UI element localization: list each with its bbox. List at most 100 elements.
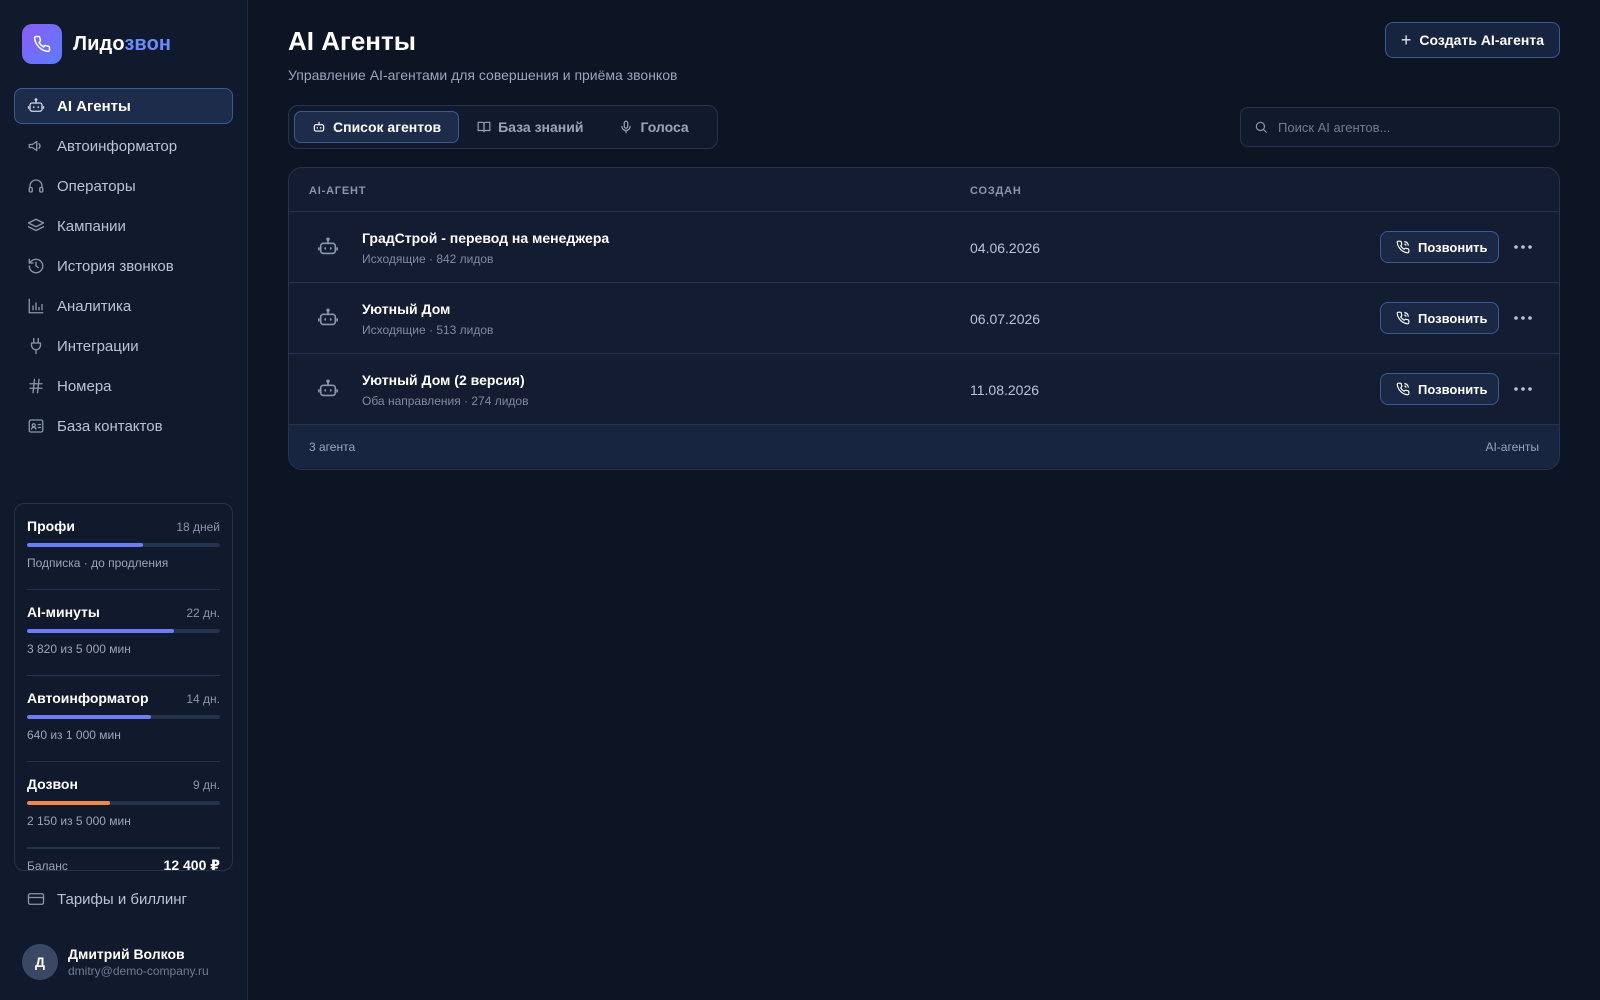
table-header: AI-АГЕНТ СОЗДАН: [289, 168, 1559, 212]
sidebar-item-analytics[interactable]: Аналитика: [14, 288, 233, 324]
call-button[interactable]: Позвонить: [1380, 373, 1499, 405]
bot-icon: [27, 97, 45, 115]
create-agent-button[interactable]: + Создать AI-агента: [1384, 22, 1560, 58]
sidebar-item-label: AI Агенты: [57, 97, 131, 115]
more-horizontal-icon: [1513, 386, 1533, 392]
column-header-created: СОЗДАН: [970, 185, 1022, 197]
sidebar-item-label: Автоинформатор: [57, 137, 178, 155]
tab-voices[interactable]: Голоса: [601, 111, 706, 143]
sidebar-item-label: Номера: [57, 377, 112, 395]
page-title: AI Агенты: [288, 26, 416, 56]
more-options-button[interactable]: [1511, 377, 1535, 401]
sidebar-item-campaigns[interactable]: Кампании: [14, 208, 233, 244]
plan-progress-bar: [27, 715, 220, 719]
plan-progress-fill: [27, 801, 110, 805]
call-button-label: Позвонить: [1418, 310, 1488, 326]
create-agent-label: Создать AI-агента: [1419, 32, 1544, 48]
brand-name-main: Лидо: [73, 32, 125, 55]
call-button[interactable]: Позвонить: [1380, 302, 1499, 334]
sidebar-item-contacts[interactable]: База контактов: [14, 408, 233, 444]
credit-card-icon: [27, 890, 45, 908]
sidebar-item-label: База контактов: [57, 417, 163, 435]
table-row[interactable]: ГрадСтрой - перевод на менеджера Исходящ…: [289, 212, 1559, 283]
footer-label: AI-агенты: [1485, 440, 1539, 454]
megaphone-icon: [27, 137, 45, 155]
agent-meta: Исходящие · 513 лидов: [362, 323, 494, 337]
brand-name: Лидозвон: [73, 33, 171, 56]
sidebar-item-label: История звонков: [57, 257, 174, 275]
agent-name: Уютный Дом: [362, 301, 451, 317]
balance-value: 12 400 ₽: [163, 857, 220, 873]
table-row[interactable]: Уютный Дом Исходящие · 513 лидов 06.07.2…: [289, 283, 1559, 354]
sidebar-item-call-history[interactable]: История звонков: [14, 248, 233, 284]
tab-label: Список агентов: [333, 119, 442, 135]
plan-progress-fill: [27, 543, 143, 547]
balance-label: Баланс: [27, 858, 68, 873]
tab-bar: Список агентов База знаний Голоса: [288, 105, 718, 149]
main-content: AI Агенты Управление AI-агентами для сов…: [288, 0, 1560, 1000]
agent-count: 3 агента: [309, 440, 356, 454]
contact-card-icon: [27, 417, 45, 435]
sidebar-item-integrations[interactable]: Интеграции: [14, 328, 233, 364]
search-box: [1240, 107, 1560, 147]
plan-sub: 640 из 1 000 мин: [27, 728, 121, 742]
plan-sub: Подписка · до продления: [27, 556, 169, 570]
plan-card: Автоинформатор 14 дн. 640 из 1 000 мин: [27, 676, 220, 762]
user-profile[interactable]: Д Дмитрий Волков dmitry@demo-company.ru: [22, 944, 209, 980]
bot-icon: [317, 236, 339, 258]
billing-section: Тарифы и биллинг: [14, 881, 233, 921]
sidebar-item-operators[interactable]: Операторы: [14, 168, 233, 204]
search-icon: [1254, 120, 1268, 134]
history-icon: [27, 257, 45, 275]
agent-name: ГрадСтрой - перевод на менеджера: [362, 230, 610, 246]
sidebar-item-label: Аналитика: [57, 297, 132, 315]
plan-days: 14 дн.: [186, 692, 220, 706]
more-options-button[interactable]: [1511, 306, 1535, 330]
sidebar-nav: AI Агенты Автоинформатор Операторы Кампа…: [14, 88, 233, 448]
table-footer: 3 агента AI-агенты: [289, 425, 1559, 468]
sidebar-item-billing[interactable]: Тарифы и биллинг: [14, 881, 233, 917]
sidebar-item-label: Операторы: [57, 177, 136, 195]
bot-icon: [317, 307, 339, 329]
plan-progress-fill: [27, 629, 174, 633]
agent-created-date: 04.06.2026: [970, 240, 1041, 256]
sidebar-item-numbers[interactable]: Номера: [14, 368, 233, 404]
agent-meta: Исходящие · 842 лидов: [362, 252, 494, 266]
plan-sub: 3 820 из 5 000 мин: [27, 642, 131, 656]
tab-agent-list[interactable]: Список агентов: [294, 111, 460, 143]
phone-call-icon: [1396, 311, 1410, 325]
table-row[interactable]: Уютный Дом (2 версия) Оба направления · …: [289, 354, 1559, 425]
plan-name: Профи: [27, 518, 76, 534]
sidebar-item-autoinformer[interactable]: Автоинформатор: [14, 128, 233, 164]
plan-name: Автоинформатор: [27, 690, 149, 706]
sidebar-item-label: Кампании: [57, 217, 126, 235]
tab-label: База знаний: [498, 119, 584, 135]
call-button-label: Позвонить: [1418, 239, 1488, 255]
user-name: Дмитрий Волков: [68, 946, 185, 962]
more-horizontal-icon: [1513, 244, 1533, 250]
bot-icon: [317, 378, 339, 400]
plan-progress-bar: [27, 543, 220, 547]
call-button[interactable]: Позвонить: [1380, 231, 1499, 263]
agent-meta: Оба направления · 274 лидов: [362, 394, 529, 408]
tab-knowledge-base[interactable]: База знаний: [459, 111, 601, 143]
agent-created-date: 06.07.2026: [970, 311, 1041, 327]
sidebar-item-label: Тарифы и биллинг: [57, 890, 187, 908]
more-options-button[interactable]: [1511, 235, 1535, 259]
hash-icon: [27, 377, 45, 395]
plan-progress-fill: [27, 715, 151, 719]
page-subtitle: Управление AI-агентами для совершения и …: [288, 67, 678, 83]
plan-days: 22 дн.: [186, 606, 220, 620]
sidebar-item-label: Интеграции: [57, 337, 139, 355]
plus-icon: +: [1400, 29, 1412, 50]
brand[interactable]: Лидозвон: [22, 24, 171, 64]
bot-icon: [312, 120, 326, 134]
layers-icon: [27, 217, 45, 235]
sidebar-item-ai-agents[interactable]: AI Агенты: [14, 88, 233, 124]
sidebar: Лидозвон AI Агенты Автоинформатор Операт…: [0, 0, 248, 1000]
tab-label: Голоса: [640, 119, 689, 135]
column-header-agent: AI-АГЕНТ: [309, 185, 367, 197]
mic-icon: [619, 120, 633, 134]
chart-icon: [27, 297, 45, 315]
search-input[interactable]: [1278, 119, 1548, 135]
